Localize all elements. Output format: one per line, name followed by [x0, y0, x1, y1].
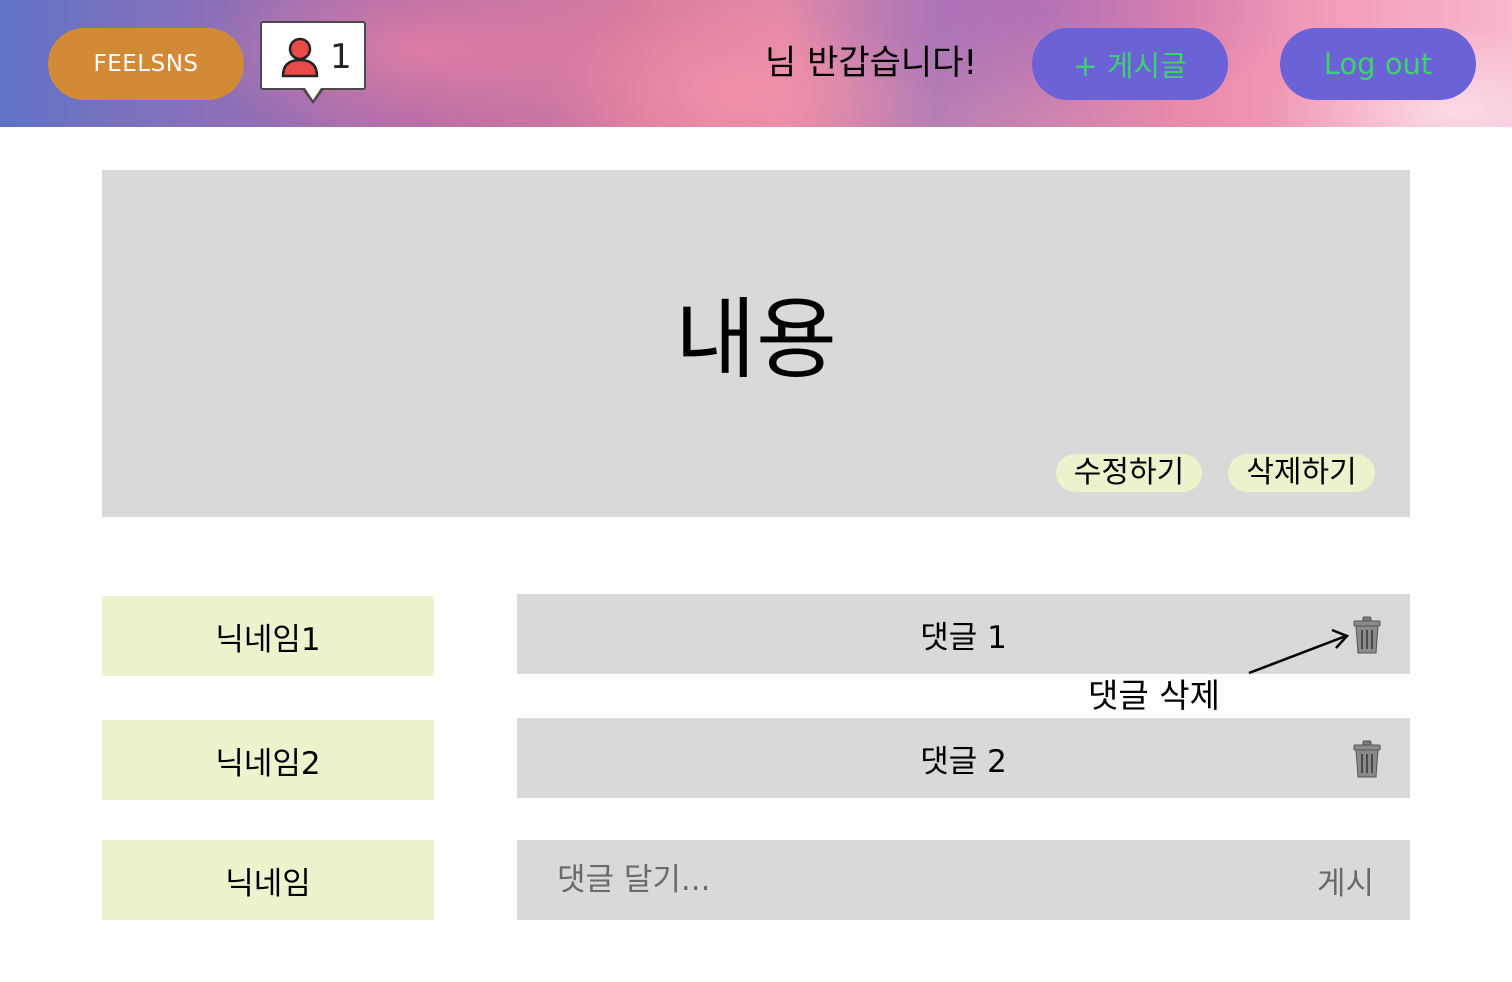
notification-badge[interactable]: 1 — [260, 21, 366, 90]
trash-icon[interactable] — [1353, 740, 1381, 778]
greeting-text: 님 반갑습니다! — [765, 43, 978, 83]
top-header: FEELSNS 1 님 반갑습니다! + 게시글 Log out — [0, 0, 1512, 127]
notification-tail-fill — [305, 88, 321, 100]
user-icon — [281, 37, 319, 78]
delete-post-button[interactable]: 삭제하기 — [1228, 454, 1375, 492]
annotation-arrow-icon — [1248, 628, 1350, 675]
comment-nickname: 닉네임1 — [102, 596, 434, 676]
edit-post-button[interactable]: 수정하기 — [1056, 454, 1202, 492]
annotation-label: 댓글 삭제 — [1088, 676, 1220, 715]
notification-count: 1 — [330, 37, 352, 77]
submit-comment-button[interactable]: 게시 — [1317, 840, 1374, 920]
new-post-button[interactable]: + 게시글 — [1032, 28, 1228, 100]
logout-button[interactable]: Log out — [1280, 28, 1476, 100]
comment-text: 댓글 2 — [920, 743, 1007, 780]
comment-row: 댓글 2 — [517, 718, 1410, 798]
post-content-panel: 내용 수정하기 삭제하기 — [102, 170, 1410, 517]
comment-nickname: 닉네임2 — [102, 720, 434, 800]
comment-input-box: 게시 — [517, 840, 1410, 920]
post-body-text: 내용 — [675, 288, 837, 391]
current-user-nickname: 닉네임 — [102, 840, 434, 920]
home-logo-button[interactable]: FEELSNS — [48, 28, 244, 100]
comment-input[interactable] — [557, 840, 1277, 920]
